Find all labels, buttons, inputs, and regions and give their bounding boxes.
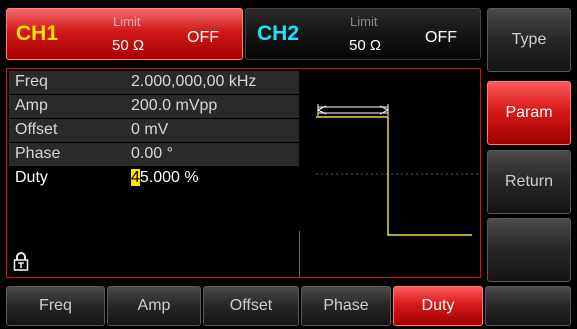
menu-amp-button[interactable]: Amp — [107, 286, 201, 326]
channel-2-limit-label: Limit — [350, 14, 378, 29]
param-value: 0.00 ° — [131, 145, 173, 162]
square-waveform — [316, 116, 472, 236]
param-value: 2.000,000,00 kHz — [131, 73, 257, 90]
param-name: Freq — [15, 73, 48, 90]
softkey-label: Type — [511, 31, 547, 48]
menu-freq-button[interactable]: Freq — [6, 286, 105, 326]
main-display-panel: Freq 2.000,000,00 kHz Amp 200.0 mVpp Off… — [6, 68, 481, 278]
param-row-phase[interactable]: Phase 0.00 ° — [9, 143, 299, 166]
softkey-type[interactable]: Type — [487, 8, 571, 72]
bottom-menu-bar: Freq Amp Offset Phase Duty — [6, 286, 571, 326]
channel-1-impedance: 50 Ω — [112, 37, 145, 54]
param-row-amp[interactable]: Amp 200.0 mVpp — [9, 95, 299, 118]
param-name: Phase — [15, 145, 61, 162]
channel-1-tab[interactable]: CH1 Limit 50 Ω OFF — [6, 8, 243, 60]
menu-empty-button[interactable] — [485, 286, 571, 326]
waveform-preview — [316, 104, 478, 236]
duty-value-rest: 5.000 % — [139, 169, 199, 186]
param-name: Duty — [15, 169, 48, 186]
softkey-label: Return — [504, 173, 554, 190]
param-name: Offset — [15, 121, 58, 138]
parameter-list: Freq 2.000,000,00 kHz Amp 200.0 mVpp Off… — [9, 71, 299, 191]
channel-1-limit-label: Limit — [113, 14, 141, 29]
panel-divider — [299, 231, 300, 277]
softkey-empty[interactable] — [487, 218, 571, 282]
param-value: 0 mV — [131, 121, 169, 138]
param-row-freq[interactable]: Freq 2.000,000,00 kHz — [9, 71, 299, 94]
param-value: 200.0 mVpp — [131, 97, 218, 114]
lock-icon — [13, 252, 29, 271]
menu-phase-button[interactable]: Phase — [301, 286, 391, 326]
menu-offset-button[interactable]: Offset — [203, 286, 299, 326]
param-row-duty[interactable]: Duty 45.000 % — [9, 167, 299, 190]
channel-2-impedance: 50 Ω — [349, 37, 382, 54]
channel-2-output-state: OFF — [425, 29, 457, 46]
param-name: Amp — [15, 97, 48, 114]
softkey-label: Param — [505, 104, 553, 121]
softkey-param[interactable]: Param — [487, 81, 571, 145]
channel-1-output-state: OFF — [187, 29, 219, 46]
param-row-offset[interactable]: Offset 0 mV — [9, 119, 299, 142]
channel-2-tab[interactable]: CH2 Limit 50 Ω OFF — [245, 8, 481, 60]
channel-2-name: CH2 — [257, 22, 300, 45]
channel-1-name: CH1 — [16, 22, 59, 45]
edit-cursor-digit: 4 — [131, 169, 140, 186]
menu-duty-button[interactable]: Duty — [393, 286, 483, 326]
duty-width-marker — [317, 104, 389, 116]
channel-bar: CH1 Limit 50 Ω OFF CH2 Limit 50 Ω OFF — [6, 8, 481, 60]
duty-value-field[interactable]: 45.000 % — [131, 169, 199, 187]
softkey-return[interactable]: Return — [487, 150, 571, 214]
